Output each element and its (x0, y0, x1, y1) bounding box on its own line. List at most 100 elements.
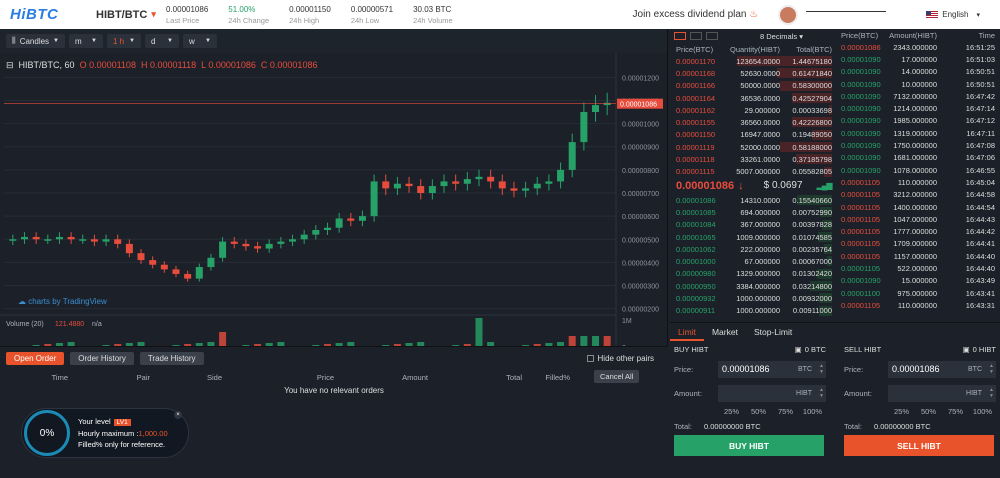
trade-price: 0.00001100 (841, 288, 881, 298)
stepper-icon[interactable]: ▲ ▼ (819, 387, 824, 399)
pct-50[interactable]: 50% (745, 407, 772, 416)
ask-row[interactable]: 0.00001118 33261.0000 0.37185798 (670, 153, 835, 165)
pair-selector[interactable]: HIBT/BTC ▾ (76, 9, 156, 21)
ob-price: 0.00001168 (676, 68, 716, 78)
tab-order-history[interactable]: Order History (70, 352, 134, 365)
ob-col-qty: Quantity(HIBT) (729, 44, 780, 54)
logo[interactable]: HiBTC (0, 6, 76, 23)
pct-75[interactable]: 75% (772, 407, 799, 416)
user-level-widget[interactable]: 0% Your level LV1 Hourly maximum :1,000.0… (21, 408, 189, 458)
trade-row: 0.00001105 110.000000 16:43:31 (837, 299, 1000, 311)
language-selector[interactable]: English ▾ (926, 10, 980, 19)
last-price-tag-label: 0.00001086 (620, 102, 657, 109)
avatar[interactable] (778, 4, 799, 25)
candle-body (137, 253, 145, 261)
trade-price: 0.00001105 (841, 227, 881, 237)
arrow-down-icon: ↓ (738, 179, 744, 192)
decimals-select[interactable]: 8 Decimals ▾ (760, 32, 803, 41)
buy-button[interactable]: BUY HIBT (674, 435, 824, 456)
checkbox[interactable] (586, 355, 594, 362)
close-icon[interactable]: × (174, 411, 182, 419)
sell-amount-input[interactable]: HIBT ▲ ▼ (888, 384, 996, 402)
bid-row[interactable]: 0.00000950 3384.000000 0.03214800 (670, 280, 835, 292)
chart-canvas[interactable]: 0.000012000.000011000.000010000.00000900… (0, 53, 667, 346)
trade-price: 0.00001090 (841, 128, 881, 138)
hourly-label: Hourly maximum : (78, 429, 139, 438)
collapse-icon[interactable]: ⊟ (6, 60, 14, 71)
trade-price: 0.00001090 (841, 116, 881, 126)
ob-quantity: 5007.000000 (736, 167, 780, 177)
trade-row: 0.00001105 522.000000 16:44:40 (837, 262, 1000, 274)
price-tick-label: 0.00000500 (622, 237, 659, 244)
ask-row[interactable]: 0.00001155 36560.0000 0.42226800 (670, 116, 835, 128)
tab-stop-limit[interactable]: Stop-Limit (746, 323, 800, 341)
chart-type-select[interactable]: ⫼ Candles ▼ (6, 34, 65, 48)
tab-open-order[interactable]: Open Order (6, 352, 65, 365)
timeframe-week[interactable]: w ▼ (183, 34, 217, 48)
pct-100[interactable]: 100% (969, 407, 996, 416)
ask-row[interactable]: 0.00001166 50000.0000 0.58300000 (670, 80, 835, 92)
bid-row[interactable]: 0.00001084 367.000000 0.00397828 (670, 219, 835, 231)
pct-25[interactable]: 25% (718, 407, 745, 416)
total-label: Total: (674, 422, 692, 431)
bid-row[interactable]: 0.00001062 222.000000 0.00235764 (670, 243, 835, 255)
trade-row: 0.00001090 1681.000000 16:47:06 (837, 152, 1000, 164)
dividend-plan-link[interactable]: Join excess dividend plan ♨ (633, 9, 759, 20)
pct-50[interactable]: 50% (915, 407, 942, 416)
candle-body (382, 181, 390, 189)
ask-row[interactable]: 0.00001115 5007.000000 0.05582805 (670, 166, 835, 178)
bid-row[interactable]: 0.00001085 694.000000 0.00752990 (670, 206, 835, 218)
ask-row[interactable]: 0.00001162 29.000000 0.00033698 (670, 104, 835, 116)
ask-row[interactable]: 0.00001119 52000.0000 0.58188000 (670, 141, 835, 153)
orderbook-asks-icon[interactable] (706, 32, 718, 40)
bid-row[interactable]: 0.00000932 1000.000000 0.00932000 (670, 292, 835, 304)
cancel-all-button[interactable]: Cancel All (594, 370, 640, 383)
trade-form: Limit Market Stop-Limit BUY HIBT ▣ 0 BTC P… (670, 322, 1000, 478)
buy-amount-input[interactable]: HIBT ▲ ▼ (718, 384, 826, 402)
stepper-icon[interactable]: ▲ ▼ (819, 363, 824, 375)
username[interactable] (806, 10, 887, 19)
price-label: Price: (844, 364, 864, 374)
chart-toolbar: ⫼ Candles ▼ m ▼ 1 h ▼ d ▼ w ▼ (0, 29, 667, 53)
sell-price-input[interactable]: 0.00001086 BTC ▲ ▼ (888, 360, 996, 378)
trade-time: 16:43:41 (965, 288, 995, 298)
bid-row[interactable]: 0.00000980 1329.000000 0.01302420 (670, 268, 835, 280)
stepper-icon[interactable]: ▲ ▼ (989, 387, 994, 399)
timeframe-label: w (189, 36, 195, 46)
trade-price: 0.00001090 (841, 165, 881, 175)
ob-total: 0.42226800 (792, 118, 832, 128)
ob-price: 0.00000950 (676, 281, 716, 291)
buy-title: BUY HIBT (674, 344, 709, 354)
trade-row: 0.00001105 1400.000000 16:44:54 (837, 201, 1000, 213)
ask-row[interactable]: 0.00001150 16947.0000 0.19489050 (670, 129, 835, 141)
sell-button[interactable]: SELL HIBT (844, 435, 994, 456)
promo-text: Join excess dividend plan (632, 9, 747, 20)
ask-row[interactable]: 0.00001168 52630.0000 0.61471840 (670, 67, 835, 79)
timeframe-day[interactable]: d ▼ (145, 34, 179, 48)
pct-75[interactable]: 75% (942, 407, 969, 416)
ob-quantity: 52000.0000 (740, 142, 780, 152)
pct-25[interactable]: 25% (888, 407, 915, 416)
timeframe-minute[interactable]: m ▼ (69, 34, 103, 48)
tab-trade-history[interactable]: Trade History (139, 352, 204, 365)
orderbook-both-icon[interactable] (674, 32, 686, 40)
tab-limit[interactable]: Limit (670, 323, 704, 341)
timeframe-hour[interactable]: 1 h ▼ (107, 34, 141, 48)
col-time: Time (51, 372, 68, 382)
bid-row[interactable]: 0.00001086 14310.0000 0.15540660 (670, 194, 835, 206)
bid-row[interactable]: 0.00001000 67.000000 0.00067000 (670, 255, 835, 267)
ask-row[interactable]: 0.00001164 36536.0000 0.42527904 (670, 92, 835, 104)
price-chart[interactable]: ⫼ Candles ▼ m ▼ 1 h ▼ d ▼ w ▼ ⊟ HIBT/BTC, 60 O… (0, 29, 668, 346)
buy-price-input[interactable]: 0.00001086 BTC ▲ ▼ (718, 360, 826, 378)
volume-bar (219, 332, 227, 346)
ask-row[interactable]: 0.00001170 123654.0000 1.44675180 (670, 55, 835, 67)
stepper-icon[interactable]: ▲ ▼ (989, 363, 994, 375)
hide-other-pairs[interactable]: Hide other pairs (586, 354, 654, 363)
candle-body (405, 183, 413, 187)
bid-row[interactable]: 0.00000911 1000.000000 0.00911000 (670, 305, 835, 317)
bid-row[interactable]: 0.00001065 1009.000000 0.01074585 (670, 231, 835, 243)
orderbook-bids-icon[interactable] (690, 32, 702, 40)
level-percent: 0% (39, 427, 55, 439)
pct-100[interactable]: 100% (799, 407, 826, 416)
tab-market[interactable]: Market (704, 323, 746, 341)
